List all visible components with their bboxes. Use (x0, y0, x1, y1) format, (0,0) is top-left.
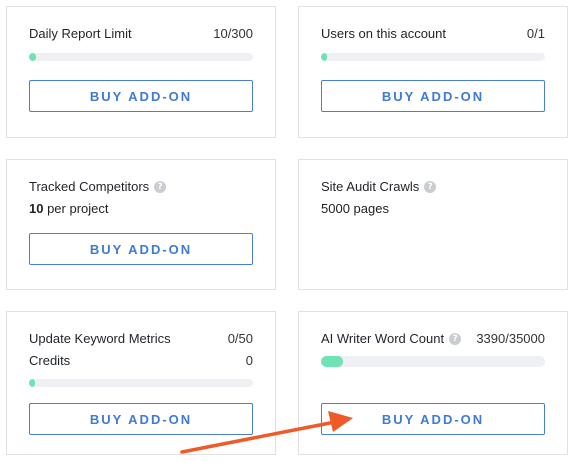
card-title: Update Keyword Metrics (29, 331, 171, 346)
usage-count: 0/50 (227, 331, 253, 346)
card-header: Daily Report Limit 10/300 (29, 26, 253, 41)
buy-add-on-button[interactable]: BUY ADD-ON (321, 80, 545, 112)
help-icon[interactable]: ? (154, 180, 167, 193)
daily-report-limit-card: Daily Report Limit 10/300 BUY ADD-ON (6, 6, 276, 138)
usage-progress-fill (321, 53, 327, 61)
buy-add-on-button[interactable]: BUY ADD-ON (29, 233, 253, 265)
credits-row: Credits 0 (29, 353, 253, 368)
tracked-competitors-card: Tracked Competitors ? 10 per project BUY… (6, 159, 276, 290)
buy-add-on-button[interactable]: BUY ADD-ON (321, 403, 545, 435)
usage-progress-bar (321, 53, 545, 61)
ai-writer-word-count-card: AI Writer Word Count ? 3390/35000 BUY AD… (298, 311, 568, 455)
crawl-pages-value: 5000 pages (321, 201, 389, 216)
card-header: Tracked Competitors ? (29, 179, 253, 194)
card-title: AI Writer Word Count (321, 331, 445, 346)
usage-count: 0/1 (526, 26, 545, 41)
users-on-account-card: Users on this account 0/1 BUY ADD-ON (298, 6, 568, 138)
usage-progress-fill (29, 53, 37, 61)
usage-progress-bar (29, 379, 253, 387)
card-header: AI Writer Word Count ? 3390/35000 (321, 331, 545, 346)
competitors-count: 10 (29, 201, 44, 216)
update-keyword-metrics-card: Update Keyword Metrics 0/50 Credits 0 BU… (6, 311, 276, 455)
usage-count: 10/300 (213, 26, 253, 41)
card-title-wrap: Site Audit Crawls ? (321, 179, 437, 194)
card-title: Site Audit Crawls (321, 179, 420, 194)
buy-add-on-button[interactable]: BUY ADD-ON (29, 403, 253, 435)
site-audit-crawls-card: Site Audit Crawls ? 5000 pages (298, 159, 568, 290)
usage-progress-bar (321, 356, 545, 367)
card-header: Update Keyword Metrics 0/50 (29, 331, 253, 346)
usage-progress-bar (29, 53, 253, 61)
competitors-per-project: 10 per project (29, 201, 109, 216)
card-header: Users on this account 0/1 (321, 26, 545, 41)
card-title: Users on this account (321, 26, 447, 41)
usage-count: 3390/35000 (476, 331, 545, 346)
buy-add-on-button[interactable]: BUY ADD-ON (29, 80, 253, 112)
credits-value: 0 (245, 353, 253, 368)
usage-progress-fill (29, 379, 35, 387)
help-icon[interactable]: ? (424, 180, 437, 193)
card-title: Daily Report Limit (29, 26, 132, 41)
usage-progress-fill (321, 356, 343, 367)
help-icon[interactable]: ? (449, 332, 462, 345)
card-title-wrap: Tracked Competitors ? (29, 179, 167, 194)
card-title-wrap: AI Writer Word Count ? (321, 331, 462, 346)
credits-label: Credits (29, 353, 71, 368)
competitors-unit: per project (43, 201, 109, 216)
card-title: Tracked Competitors (29, 179, 150, 194)
card-header: Site Audit Crawls ? (321, 179, 545, 194)
